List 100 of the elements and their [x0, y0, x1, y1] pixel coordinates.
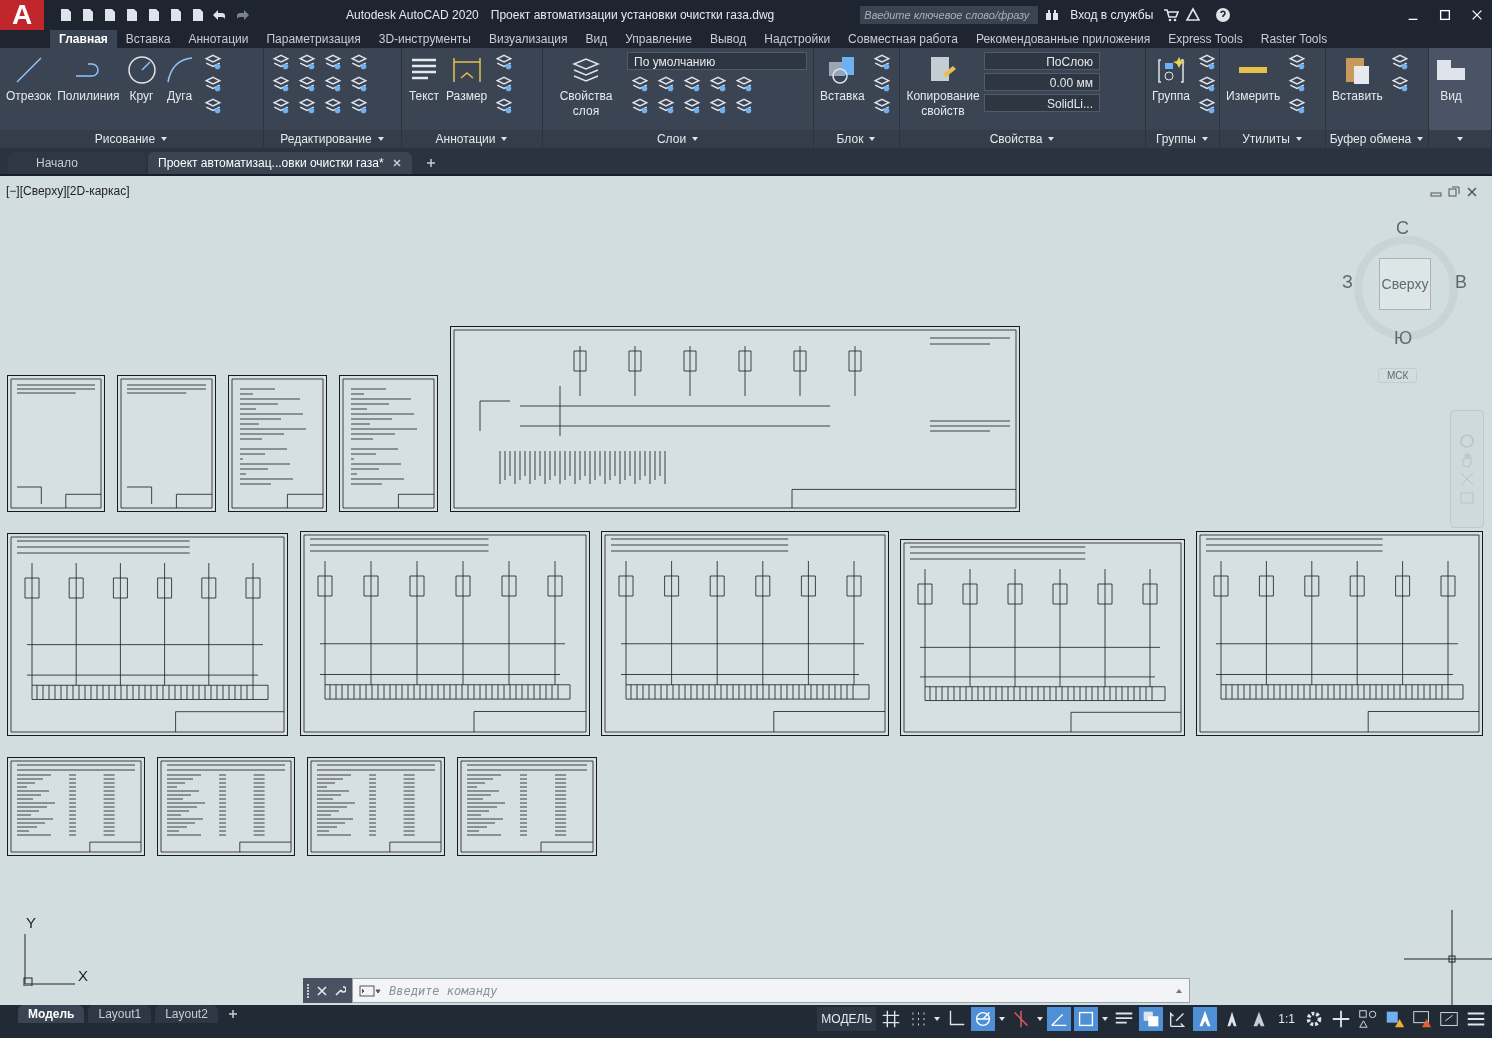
compass-label[interactable]: Ю	[1394, 328, 1413, 349]
caret-icon[interactable]	[691, 135, 700, 143]
panel-title[interactable]: Рисование	[94, 132, 156, 146]
toolbar-tool-icon[interactable]	[272, 74, 290, 94]
toolbar-tool-icon[interactable]	[735, 74, 753, 94]
command-prompt-icon[interactable]	[359, 984, 381, 997]
restore-icon[interactable]	[1448, 186, 1460, 198]
property-dropdown[interactable]: По умолчанию	[627, 52, 807, 70]
caret-icon[interactable]	[1456, 135, 1464, 143]
toolbar-tool-icon[interactable]	[631, 96, 649, 116]
toolbar-tool-icon[interactable]	[272, 52, 290, 72]
ribbon-tool-button[interactable]: Отрезок	[4, 52, 54, 106]
caret-icon[interactable]	[933, 1015, 942, 1023]
ribbon-tool-button[interactable]: Полилиния	[55, 52, 122, 106]
toolbar-tool-icon[interactable]	[350, 74, 368, 94]
toolbar-tool-icon[interactable]	[350, 96, 368, 116]
search-field[interactable]: Введите ключевое слово/фразу	[860, 6, 1039, 24]
caret-icon[interactable]	[1047, 135, 1056, 143]
status-toggle-icon[interactable]	[1139, 1007, 1164, 1031]
maximize-icon[interactable]	[1438, 8, 1452, 22]
caret-icon[interactable]	[868, 135, 877, 143]
toolbar-tool-icon[interactable]	[298, 52, 316, 72]
document-icon[interactable]	[168, 7, 184, 23]
caret-icon[interactable]	[160, 135, 169, 143]
ribbon-tool-button[interactable]: Дуга	[161, 52, 198, 106]
ribbon-tab[interactable]: Визуализация	[479, 30, 577, 48]
layout-tab[interactable]: Layout1	[88, 1005, 152, 1023]
ribbon-tab[interactable]: 3D-инструменты	[369, 30, 480, 48]
toolbar-tool-icon[interactable]	[350, 52, 368, 72]
status-toggle-icon[interactable]	[1193, 1007, 1218, 1031]
document-icon[interactable]	[102, 7, 118, 23]
toolbar-tool-icon[interactable]	[1198, 96, 1217, 116]
ribbon-tab[interactable]: Вставка	[116, 30, 180, 48]
document-icon[interactable]	[58, 7, 74, 23]
toolbar-tool-icon[interactable]	[872, 96, 891, 116]
ribbon-tool-button[interactable]: Свойства слоя	[547, 52, 625, 121]
model-space-button[interactable]: МОДЕЛЬ	[817, 1007, 877, 1031]
status-toggle-icon[interactable]	[1047, 1007, 1072, 1031]
help-icon[interactable]	[1215, 7, 1232, 23]
ribbon-tab[interactable]: Управление	[616, 30, 701, 48]
toolbar-tool-icon[interactable]	[324, 74, 342, 94]
file-tab-label[interactable]: Начало	[36, 156, 78, 170]
toolbar-tool-icon[interactable]	[324, 96, 342, 116]
ribbon-tab[interactable]: Вывод	[700, 30, 756, 48]
grip-icon[interactable]	[306, 982, 310, 999]
ribbon-tool-button[interactable]: Измерить	[1224, 52, 1283, 106]
toolbar-tool-icon[interactable]	[657, 74, 675, 94]
ribbon-tool-button[interactable]: Размер	[444, 52, 490, 106]
binoculars-icon[interactable]	[1044, 7, 1061, 23]
toolbar-tool-icon[interactable]	[657, 96, 675, 116]
circle-icon[interactable]	[125, 54, 158, 86]
panel-title[interactable]: Свойства	[989, 132, 1043, 146]
toolbar-tool-icon[interactable]	[272, 96, 290, 116]
toolbar-tool-icon[interactable]	[298, 74, 316, 94]
property-dropdown[interactable]: 0.00 мм	[984, 73, 1100, 91]
cart-icon[interactable]	[1163, 7, 1180, 23]
caret-icon[interactable]	[1036, 1015, 1045, 1023]
file-tab-label[interactable]: Проект автоматизац...овки очистки газа*	[158, 156, 384, 170]
ribbon-tab[interactable]: Совместная работа	[839, 30, 967, 48]
new-tab-icon[interactable]	[425, 158, 436, 168]
toolbar-tool-icon[interactable]	[872, 52, 891, 72]
document-icon[interactable]	[146, 7, 162, 23]
toolbar-tool-icon[interactable]	[683, 74, 701, 94]
toolbar-tool-icon[interactable]	[324, 52, 342, 72]
compass-label[interactable]: З	[1342, 272, 1353, 293]
toolbar-tool-icon[interactable]	[683, 96, 701, 116]
caret-icon[interactable]	[1416, 135, 1425, 143]
viewport-label[interactable]: [−][Сверху][2D-каркас]	[6, 184, 130, 198]
add-layout-icon[interactable]	[227, 1009, 238, 1019]
document-icon[interactable]	[124, 7, 140, 23]
ribbon-tab[interactable]: Главная	[50, 30, 117, 48]
toolbar-tool-icon[interactable]	[1288, 74, 1307, 94]
ribbon-tab[interactable]: Параметризация	[257, 30, 370, 48]
toolbar-tool-icon[interactable]	[203, 52, 222, 72]
document-icon[interactable]	[190, 7, 206, 23]
ribbon-tab[interactable]: Express Tools	[1159, 30, 1252, 48]
toolbar-tool-icon[interactable]	[631, 74, 649, 94]
status-toggle-icon[interactable]	[971, 1007, 996, 1031]
caret-icon[interactable]	[500, 135, 509, 143]
ribbon-tool-button[interactable]: Группа	[1150, 52, 1193, 106]
ribbon-tab[interactable]: Raster Tools	[1251, 30, 1337, 48]
ribbon-tool-button[interactable]: Вставка	[818, 52, 867, 106]
file-tab[interactable]: Проект автоматизац...овки очистки газа*	[148, 152, 412, 174]
caret-icon[interactable]	[376, 135, 385, 143]
annotation-scale-button[interactable]: 1:1	[1274, 1012, 1299, 1026]
ribbon-tool-button[interactable]: Круг	[123, 52, 160, 106]
app-logo[interactable]: A	[0, 0, 44, 30]
toolbar-tool-icon[interactable]	[1390, 74, 1409, 94]
panel-title[interactable]: Слои	[656, 132, 687, 146]
toolbar-tool-icon[interactable]	[495, 52, 514, 72]
property-dropdown[interactable]: SolidLi...	[984, 94, 1100, 112]
caret-icon[interactable]	[1201, 135, 1209, 143]
toolbar-tool-icon[interactable]	[1288, 96, 1307, 116]
compass-label[interactable]: В	[1455, 272, 1467, 293]
caret-icon[interactable]	[1294, 135, 1303, 143]
toolbar-tool-icon[interactable]	[495, 96, 514, 116]
triangle-icon[interactable]	[1185, 7, 1202, 23]
toolbar-tool-icon[interactable]	[1198, 74, 1217, 94]
caret-icon[interactable]	[998, 1015, 1007, 1023]
toolbar-tool-icon[interactable]	[203, 96, 222, 116]
